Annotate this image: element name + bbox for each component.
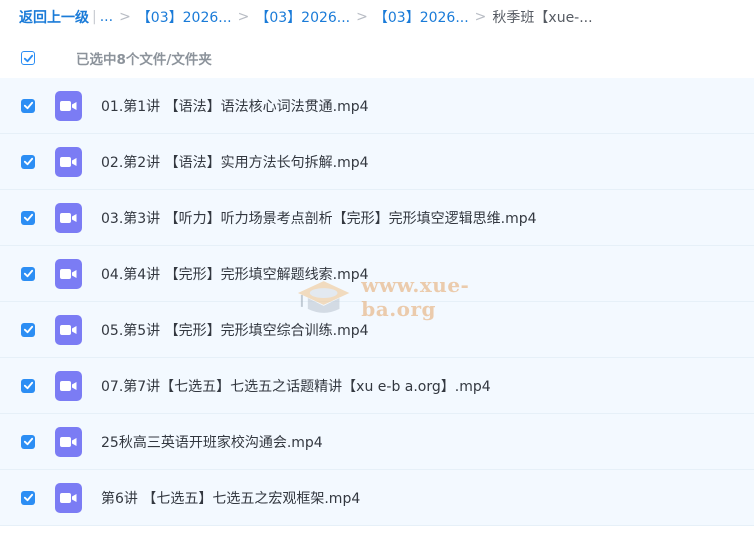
file-checkbox[interactable] (21, 210, 35, 225)
breadcrumb-separator: > (119, 9, 131, 25)
file-name[interactable]: 07.第7讲【七选五】七选五之话题精讲【xu e-b a.org】.mp4 (101, 376, 491, 396)
video-file-icon (55, 146, 82, 177)
file-checkbox[interactable] (21, 378, 35, 393)
check-icon (23, 157, 33, 166)
check-icon (23, 213, 33, 222)
file-row[interactable]: 03.第3讲 【听力】听力场景考点剖析【完形】完形填空逻辑思维.mp4 (0, 190, 754, 246)
back-link[interactable]: 返回上一级 (19, 7, 89, 27)
file-name[interactable]: 02.第2讲 【语法】实用方法长句拆解.mp4 (101, 152, 369, 172)
breadcrumb-current: 秋季班【xue-... (492, 10, 593, 26)
file-list: 01.第1讲 【语法】语法核心词法贯通.mp4 02.第2讲 【语法】实用方法长… (0, 78, 754, 526)
breadcrumb-ellipsis[interactable]: ... (100, 9, 113, 25)
check-icon (23, 54, 33, 62)
check-icon (23, 325, 33, 334)
select-all-checkbox[interactable] (21, 51, 35, 65)
breadcrumb-item[interactable]: 【03】2026... (137, 7, 232, 27)
video-file-icon (55, 426, 82, 457)
selection-summary: 已选中8个文件/文件夹 (76, 52, 212, 68)
selection-header: 已选中8个文件/文件夹 (0, 44, 754, 72)
file-name[interactable]: 01.第1讲 【语法】语法核心词法贯通.mp4 (101, 96, 369, 116)
file-checkbox[interactable] (21, 266, 35, 281)
file-row[interactable]: 第6讲 【七选五】七选五之宏观框架.mp4 (0, 470, 754, 526)
file-name[interactable]: 04.第4讲 【完形】完形填空解题线索.mp4 (101, 264, 369, 284)
file-row[interactable]: 05.第5讲 【完形】完形填空综合训练.mp4 (0, 302, 754, 358)
file-row[interactable]: 04.第4讲 【完形】完形填空解题线索.mp4 (0, 246, 754, 302)
file-row[interactable]: 02.第2讲 【语法】实用方法长句拆解.mp4 (0, 134, 754, 190)
breadcrumb-item[interactable]: 【03】2026... (255, 7, 350, 27)
video-file-icon (55, 314, 82, 345)
video-file-icon (55, 90, 82, 121)
breadcrumb-separator: > (356, 9, 368, 25)
file-checkbox[interactable] (21, 322, 35, 337)
file-checkbox[interactable] (21, 434, 35, 449)
file-name[interactable]: 第6讲 【七选五】七选五之宏观框架.mp4 (101, 488, 360, 508)
check-icon (23, 493, 33, 502)
file-checkbox[interactable] (21, 98, 35, 113)
check-icon (23, 101, 33, 110)
breadcrumb-divider: | (92, 9, 97, 25)
video-file-icon (55, 482, 82, 513)
video-file-icon (55, 202, 82, 233)
file-name[interactable]: 25秋高三英语开班家校沟通会.mp4 (101, 432, 323, 452)
breadcrumb-separator: > (237, 9, 250, 25)
check-icon (23, 269, 33, 278)
file-row[interactable]: 01.第1讲 【语法】语法核心词法贯通.mp4 (0, 78, 754, 134)
file-row[interactable]: 25秋高三英语开班家校沟通会.mp4 (0, 414, 754, 470)
breadcrumb: 返回上一级 | ... > 【03】2026... > 【03】2026... … (19, 7, 593, 27)
file-name[interactable]: 03.第3讲 【听力】听力场景考点剖析【完形】完形填空逻辑思维.mp4 (101, 208, 537, 228)
file-name[interactable]: 05.第5讲 【完形】完形填空综合训练.mp4 (101, 320, 369, 340)
file-checkbox[interactable] (21, 154, 35, 169)
check-icon (23, 437, 33, 446)
check-icon (23, 381, 33, 390)
breadcrumb-separator: > (474, 9, 487, 25)
breadcrumb-item[interactable]: 【03】2026... (374, 7, 469, 27)
video-file-icon (55, 258, 82, 289)
file-checkbox[interactable] (21, 490, 35, 505)
video-file-icon (55, 370, 82, 401)
file-row[interactable]: 07.第7讲【七选五】七选五之话题精讲【xu e-b a.org】.mp4 (0, 358, 754, 414)
